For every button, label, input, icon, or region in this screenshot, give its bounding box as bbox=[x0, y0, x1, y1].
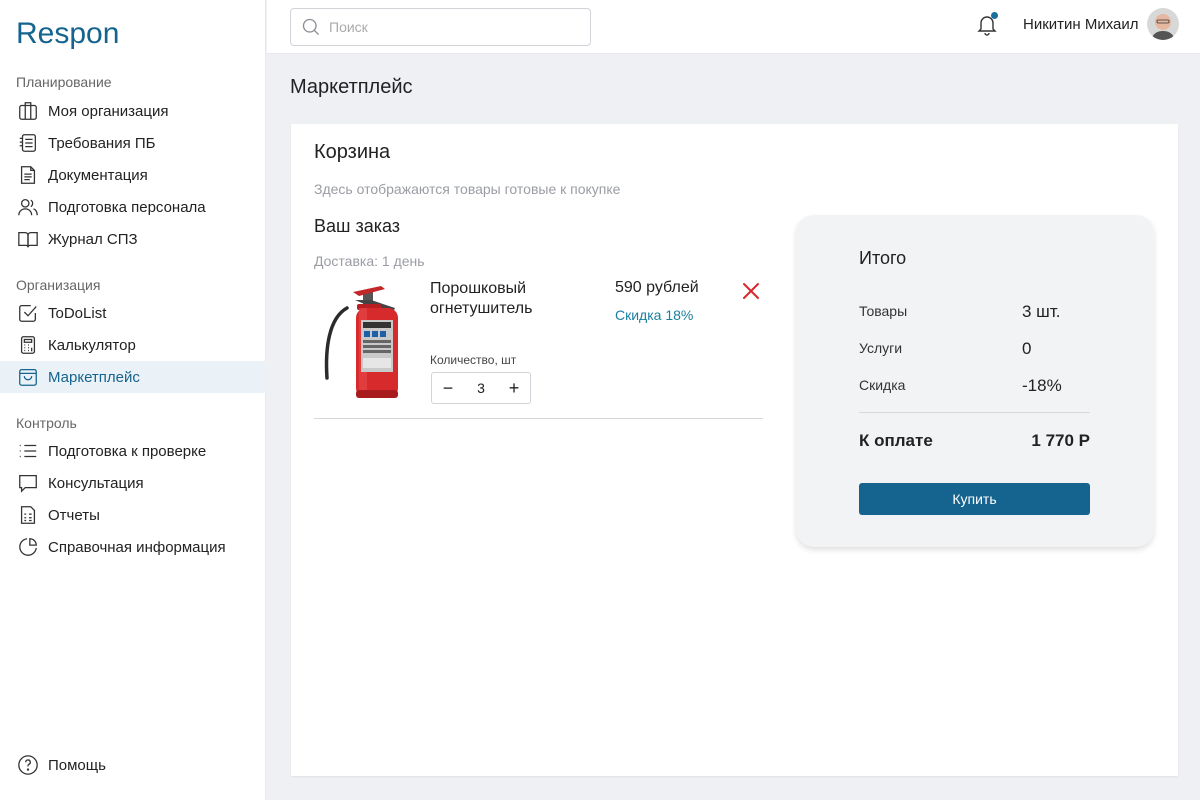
sidebar-item-label: Требования ПБ bbox=[48, 134, 156, 152]
help-label: Помощь bbox=[48, 756, 106, 774]
sidebar-item-label: Консультация bbox=[48, 474, 144, 492]
product-price: 590 рублей bbox=[615, 279, 699, 296]
sidebar-item-audit-prep[interactable]: Подготовка к проверке bbox=[0, 435, 266, 467]
order-title: Ваш заказ bbox=[314, 216, 401, 236]
respon-logo[interactable]: Respon bbox=[16, 12, 141, 52]
quantity-value: 3 bbox=[477, 380, 485, 396]
delivery-info: Доставка: 1 день bbox=[314, 253, 425, 269]
sidebar-item-label: Калькулятор bbox=[48, 336, 136, 354]
notifications-button[interactable] bbox=[975, 12, 999, 36]
help-link[interactable]: Помощь bbox=[0, 749, 266, 781]
total-value: 1 770 Р bbox=[1031, 431, 1090, 450]
calculator-icon bbox=[16, 333, 40, 357]
sidebar-item-journal[interactable]: Журнал СПЗ bbox=[0, 223, 266, 255]
help-icon bbox=[16, 753, 40, 777]
product-name[interactable]: Порошковый огнетушитель bbox=[430, 279, 580, 319]
sidebar: Respon Планирование Моя организация Треб… bbox=[0, 0, 266, 800]
users-icon bbox=[16, 195, 40, 219]
chat-icon bbox=[16, 471, 40, 495]
buy-button[interactable]: Купить bbox=[859, 483, 1090, 515]
close-icon bbox=[743, 283, 759, 299]
list-icon bbox=[16, 439, 40, 463]
summary-divider bbox=[859, 412, 1090, 413]
search-icon bbox=[302, 18, 319, 35]
summary-services-value: 0 bbox=[1022, 339, 1032, 358]
sidebar-item-marketplace[interactable]: Маркетплейс bbox=[0, 361, 266, 393]
sidebar-item-label: Моя организация bbox=[48, 102, 169, 120]
checkbox-icon bbox=[16, 301, 40, 325]
sidebar-item-label: ToDoList bbox=[48, 304, 107, 322]
sidebar-item-todolist[interactable]: ToDoList bbox=[0, 297, 266, 329]
remove-item-button[interactable] bbox=[741, 281, 761, 301]
sidebar-item-calculator[interactable]: Калькулятор bbox=[0, 329, 266, 361]
sidebar-item-staff-training[interactable]: Подготовка персонала bbox=[0, 191, 266, 223]
cart-subtitle: Здесь отображаются товары готовые к поку… bbox=[314, 181, 621, 197]
building-icon bbox=[16, 99, 40, 123]
item-divider bbox=[314, 418, 763, 419]
quantity-label: Количество, шт bbox=[430, 353, 517, 367]
total-label: К оплате bbox=[859, 431, 933, 450]
sidebar-item-label: Подготовка персонала bbox=[48, 198, 206, 216]
sidebar-item-my-organization[interactable]: Моя организация bbox=[0, 95, 266, 127]
summary-goods-label: Товары bbox=[859, 303, 908, 319]
shopping-bag-icon bbox=[16, 365, 40, 389]
product-image[interactable] bbox=[319, 278, 409, 403]
page-title: Маркетплейс bbox=[290, 76, 413, 98]
sidebar-item-requirements[interactable]: Требования ПБ bbox=[0, 127, 266, 159]
increase-quantity-button[interactable]: + bbox=[498, 373, 530, 403]
quantity-stepper: − 3 + bbox=[431, 372, 531, 404]
sidebar-item-label: Документация bbox=[48, 166, 148, 184]
sidebar-item-label: Подготовка к проверке bbox=[48, 442, 207, 460]
order-summary: Итого Товары 3 шт. Услуги 0 Скидка -18% … bbox=[796, 215, 1154, 547]
user-name[interactable]: Никитин Михаил bbox=[1023, 16, 1139, 33]
sidebar-item-label: Маркетплейс bbox=[48, 368, 140, 386]
sidebar-item-documentation[interactable]: Документация bbox=[0, 159, 266, 191]
avatar[interactable] bbox=[1147, 8, 1179, 40]
decrease-quantity-button[interactable]: − bbox=[432, 373, 464, 403]
sidebar-item-reports[interactable]: Отчеты bbox=[0, 499, 266, 531]
sidebar-item-reference[interactable]: Справочная информация bbox=[0, 531, 266, 563]
notification-dot bbox=[991, 12, 998, 19]
section-title-organization: Организация bbox=[16, 277, 101, 293]
sidebar-item-consultation[interactable]: Консультация bbox=[0, 467, 266, 499]
search-input[interactable] bbox=[329, 19, 579, 35]
cart-title: Корзина bbox=[314, 141, 391, 163]
topbar: Никитин Михаил bbox=[267, 0, 1200, 54]
document-list-icon bbox=[16, 131, 40, 155]
section-title-control: Контроль bbox=[16, 415, 77, 431]
cart-card: Корзина Здесь отображаются товары готовы… bbox=[291, 124, 1178, 776]
summary-goods-value: 3 шт. bbox=[1022, 302, 1061, 321]
product-discount: Скидка 18% bbox=[615, 307, 694, 323]
summary-title: Итого bbox=[859, 248, 907, 268]
summary-services-label: Услуги bbox=[859, 340, 903, 356]
report-icon bbox=[16, 503, 40, 527]
pie-chart-icon bbox=[16, 535, 40, 559]
logo-text: Respon bbox=[16, 17, 119, 50]
sidebar-item-label: Журнал СПЗ bbox=[48, 230, 138, 248]
file-icon bbox=[16, 163, 40, 187]
book-icon bbox=[16, 227, 40, 251]
sidebar-item-label: Справочная информация bbox=[48, 538, 226, 556]
summary-discount-value: -18% bbox=[1022, 376, 1062, 395]
section-title-planning: Планирование bbox=[16, 74, 112, 90]
search-box[interactable] bbox=[290, 8, 591, 46]
summary-discount-label: Скидка bbox=[859, 377, 906, 393]
sidebar-item-label: Отчеты bbox=[48, 506, 100, 524]
